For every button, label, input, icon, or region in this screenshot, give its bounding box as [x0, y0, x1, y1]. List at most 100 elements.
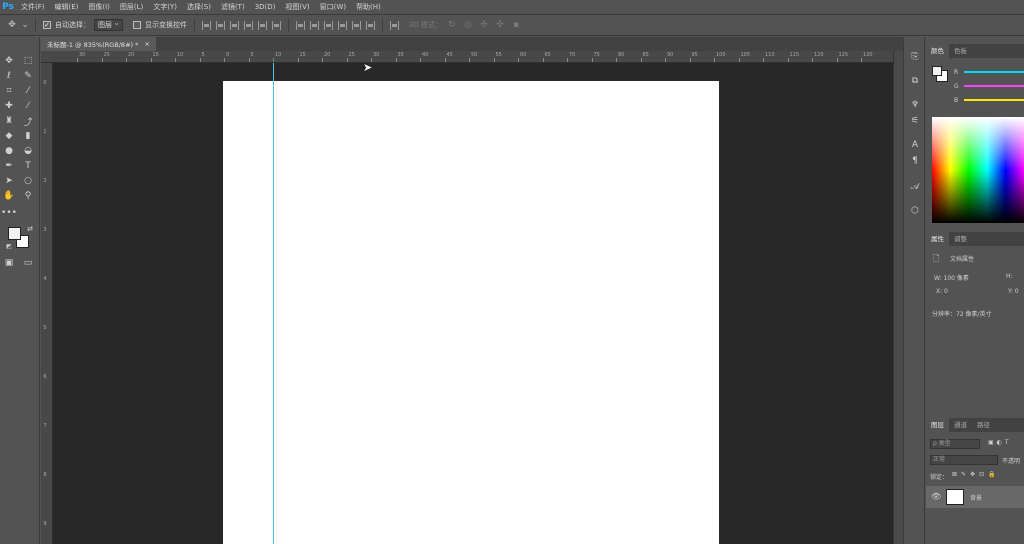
screen-mode-icon[interactable]: ▭ [22, 257, 34, 269]
healing-brush-icon[interactable]: ✚ [3, 100, 15, 112]
align-hcenter-icon[interactable] [258, 20, 267, 30]
foreground-color-swatch[interactable] [8, 227, 21, 240]
more-tools-icon[interactable]: ••• [1, 207, 17, 219]
align-bottom-icon[interactable] [230, 20, 239, 30]
glyphs-panel-icon[interactable]: 𝒜 [909, 181, 921, 193]
pen-tool-icon[interactable]: ✒ [3, 160, 15, 172]
drag-3d-icon[interactable]: ✢ [478, 19, 490, 31]
lock-icons[interactable]: ⊠✎✥⊡🔒 [952, 471, 1000, 478]
history-brush-icon[interactable]: ⤴ [22, 115, 34, 128]
r-slider[interactable] [964, 71, 1024, 73]
menu-item[interactable]: 3D(D) [250, 0, 281, 14]
move-tool-icon[interactable]: ✥ [6, 19, 18, 31]
clone-stamp-icon[interactable]: ♜ [3, 115, 15, 127]
menu-item[interactable]: 文件(F) [16, 0, 50, 14]
color-spectrum[interactable] [932, 117, 1024, 223]
show-transform-checkbox[interactable] [133, 21, 141, 29]
align-left-icon[interactable] [244, 20, 253, 30]
tab-layers[interactable]: 图层 [926, 418, 949, 432]
horizontal-ruler[interactable]: 30 25 20 15 10 5 0 5 10 15 20 25 30 35 40 45 50 55 60 65 70 7… [41, 51, 893, 63]
ruler-label: 0 [226, 52, 230, 58]
distribute-vcenter-icon[interactable] [310, 20, 319, 30]
height-field[interactable]: H: [1006, 273, 1013, 280]
auto-align-icon[interactable] [390, 20, 399, 30]
chevron-down-icon[interactable]: ⌄ [21, 19, 29, 31]
tab-swatches[interactable]: 色板 [949, 44, 972, 58]
b-slider[interactable] [964, 99, 1024, 101]
menu-item[interactable]: 选择(S) [182, 0, 216, 14]
vertical-ruler[interactable]: 0 1 2 3 4 5 6 7 8 9 [41, 63, 53, 544]
vertical-scrollbar[interactable] [893, 51, 903, 544]
brush-panel-icon[interactable]: ♆ [909, 99, 921, 111]
distribute-hcenter-icon[interactable] [352, 20, 361, 30]
menu-item[interactable]: 帮助(H) [351, 0, 386, 14]
dodge-tool-icon[interactable]: ◒ [22, 145, 34, 157]
x-field[interactable]: X: 0 [936, 288, 948, 295]
roll-3d-icon[interactable]: ◎ [462, 19, 474, 31]
tab-paths[interactable]: 路径 [972, 418, 995, 432]
menu-item[interactable]: 图层(L) [115, 0, 148, 14]
eye-icon[interactable]: 👁 [931, 492, 941, 501]
quick-mask-icon[interactable]: ▣ [3, 257, 15, 269]
menu-item[interactable]: 窗口(W) [315, 0, 351, 14]
ellipse-tool-icon[interactable]: ○ [22, 175, 34, 187]
blur-tool-icon[interactable]: ● [3, 145, 15, 157]
layer-filter-dropdown[interactable]: ρ 类型 [930, 439, 980, 449]
tab-adjustments[interactable]: 调整 [949, 232, 972, 246]
auto-select-dropdown[interactable]: 图层 [94, 18, 123, 31]
layer-filter-icons[interactable]: ▣◐T [988, 439, 1012, 446]
document-tab[interactable]: 未标题-1 @ 835%(RGB/8#) * × [41, 37, 156, 51]
paragraph-panel-icon[interactable]: ¶ [909, 155, 921, 167]
3d-panel-icon[interactable]: ⬡ [909, 205, 921, 217]
menu-item[interactable]: 视图(V) [280, 0, 314, 14]
layer-row[interactable]: 👁 背景 [926, 486, 1024, 508]
vertical-guide[interactable] [273, 63, 274, 544]
zoom-tool-icon[interactable]: ⚲ [22, 190, 34, 202]
adjustments-panel-icon[interactable]: ⚟ [909, 115, 921, 127]
g-slider[interactable] [964, 85, 1024, 87]
distribute-right-icon[interactable] [366, 20, 375, 30]
align-top-icon[interactable] [202, 20, 211, 30]
marquee-tool-icon[interactable]: ⬚ [22, 55, 34, 67]
crop-tool-icon[interactable]: ⌗ [3, 85, 15, 97]
distribute-top-icon[interactable] [296, 20, 305, 30]
menu-item[interactable]: 编辑(E) [50, 0, 84, 14]
close-icon[interactable]: × [144, 40, 149, 48]
ruler-tick [248, 58, 250, 62]
blend-mode-dropdown[interactable]: 正常 [930, 455, 998, 465]
swap-colors-icon[interactable]: ⇄ [24, 223, 36, 235]
slide-3d-icon[interactable]: ✣ [494, 19, 506, 31]
menu-item[interactable]: 文字(Y) [148, 0, 182, 14]
tab-channels[interactable]: 通道 [949, 418, 972, 432]
foreground-color-chip[interactable] [932, 66, 942, 76]
properties-panel-icon[interactable]: ⧉ [909, 75, 921, 87]
eyedropper-tool-icon[interactable]: ⁄ [22, 85, 34, 97]
width-field[interactable]: W: 100 像素 [934, 273, 969, 282]
path-select-icon[interactable]: ➤ [3, 175, 15, 187]
history-panel-icon[interactable]: ⎘ [909, 51, 921, 63]
quick-select-tool-icon[interactable]: ✎ [22, 70, 34, 82]
hand-tool-icon[interactable]: ✋ [3, 190, 15, 202]
orbit-3d-icon[interactable]: ↻ [446, 19, 458, 31]
character-panel-icon[interactable]: A [909, 139, 921, 151]
type-tool-icon[interactable]: T [22, 160, 34, 172]
distribute-bottom-icon[interactable] [324, 20, 333, 30]
default-colors-icon[interactable]: ◩ [3, 240, 15, 252]
distribute-left-icon[interactable] [338, 20, 347, 30]
lasso-tool-icon[interactable]: ℓ [3, 70, 15, 82]
menu-item[interactable]: 图像(I) [83, 0, 115, 14]
y-field[interactable]: Y: 0 [1008, 288, 1019, 295]
eraser-tool-icon[interactable]: ◆ [3, 130, 15, 142]
brush-tool-icon[interactable]: ⁄ [22, 100, 34, 112]
gradient-tool-icon[interactable]: ▮ [22, 130, 34, 142]
tab-properties[interactable]: 属性 [926, 232, 949, 246]
canvas-area[interactable]: ➤ [53, 63, 893, 544]
scale-3d-icon[interactable]: ▪ [510, 19, 522, 31]
menu-item[interactable]: 滤镜(T) [216, 0, 250, 14]
move-tool-icon[interactable]: ✥ [3, 55, 15, 67]
auto-select-checkbox[interactable]: ✓ [43, 21, 51, 29]
align-right-icon[interactable] [272, 20, 281, 30]
tab-color[interactable]: 颜色 [926, 44, 949, 58]
document-canvas[interactable] [223, 81, 719, 544]
align-vcenter-icon[interactable] [216, 20, 225, 30]
